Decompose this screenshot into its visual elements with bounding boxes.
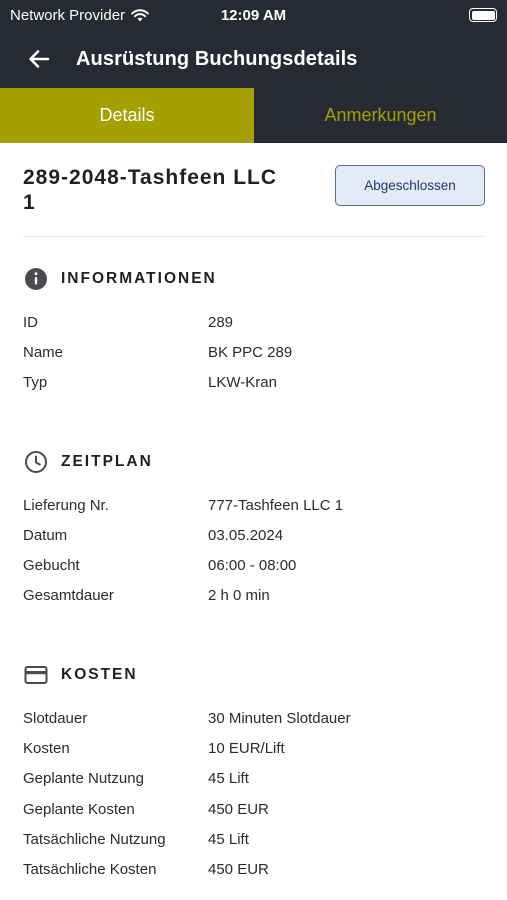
tab-bar: Details Anmerkungen [0,88,507,143]
row-label: Geplante Kosten [23,800,135,818]
back-button[interactable] [26,46,52,72]
section-header: ZEITPLAN [23,448,485,476]
carrier-group: Network Provider [10,7,149,24]
arrow-left-icon [29,50,50,68]
info-row: Name BK PPC 289 [23,337,485,367]
row-value: 10 EUR/Lift [208,740,285,758]
schedule-row: Datum 03.05.2024 [23,520,485,550]
row-label: Tatsächliche Nutzung [23,830,166,848]
cost-row: Geplante Nutzung 45 Lift [23,764,485,794]
row-label: ID [23,313,38,331]
row-value: 03.05.2024 [208,526,284,544]
row-label: Name [23,343,64,361]
details-content: 289-2048-Tashfeen LLC 1 Abgeschlossen IN… [0,143,507,885]
cost-row: Tatsächliche Kosten 450 EUR [23,855,485,885]
row-label: Geplante Nutzung [23,770,144,788]
cost-row: Tatsächliche Nutzung 45 Lift [23,824,485,854]
tab-details[interactable]: Details [0,88,254,143]
booking-title: 289-2048-Tashfeen LLC 1 [23,166,278,214]
info-row: ID 289 [23,307,485,337]
section-title: KOSTEN [61,666,138,684]
section-title: ZEITPLAN [61,452,153,470]
tab-anmerkungen[interactable]: Anmerkungen [254,88,507,143]
status-bar: Network Provider 12:09 AM [0,0,507,30]
section-header: INFORMATIONEN [23,265,485,293]
section-title: INFORMATIONEN [61,270,217,287]
battery-icon [469,8,497,22]
wifi-icon [131,8,149,21]
cost-row: Kosten 10 EUR/Lift [23,733,485,763]
row-label: Lieferung Nr. [23,496,109,514]
row-label: Kosten [23,740,70,758]
row-value: 450 EUR [208,861,269,879]
cost-row: Geplante Kosten 450 EUR [23,794,485,824]
row-label: Gesamtdauer [23,587,114,605]
top-bar: Network Provider 12:09 AM Ausrüstung Buc… [0,0,507,88]
row-value: LKW-Kran [208,374,277,392]
row-value: 06:00 - 08:00 [208,557,297,575]
row-value: 777-Tashfeen LLC 1 [208,496,344,514]
schedule-row: Gebucht 06:00 - 08:00 [23,550,485,580]
section-kosten: KOSTEN Slotdauer 30 Minuten Slotdauer Kos… [23,661,485,885]
clock-icon [23,449,49,475]
row-value: 450 EUR [208,800,269,818]
row-value: 2 h 0 min [208,587,270,605]
row-label: Typ [23,374,48,392]
row-label: Gebucht [23,557,80,575]
section-header: KOSTEN [23,661,485,689]
page-title: Ausrüstung Buchungsdetails [76,47,358,70]
cost-row: Slotdauer 30 Minuten Slotdauer [23,703,485,733]
section-zeitplan: ZEITPLAN Lieferung Nr. 777-Tashfeen LLC 1… [23,448,485,611]
booking-header: 289-2048-Tashfeen LLC 1 Abgeschlossen [23,143,485,237]
row-value: 45 Lift [208,770,249,788]
status-button[interactable]: Abgeschlossen [335,165,485,206]
credit-card-icon [23,662,49,688]
schedule-row: Lieferung Nr. 777-Tashfeen LLC 1 [23,490,485,520]
row-label: Slotdauer [23,709,88,727]
row-value: 289 [208,313,234,331]
section-informationen: INFORMATIONEN ID 289 Name BK PPC 289 Typ LK… [23,265,485,398]
schedule-row: Gesamtdauer 2 h 0 min [23,581,485,611]
info-icon [23,266,49,292]
info-row: Typ LKW-Kran [23,368,485,398]
carrier-name: Network Provider [10,6,126,24]
row-label: Datum [23,526,68,544]
row-value: 30 Minuten Slotdauer [208,709,351,727]
app-bar: Ausrüstung Buchungsdetails [0,30,507,88]
row-label: Tatsächliche Kosten [23,861,157,879]
row-value: BK PPC 289 [208,343,293,361]
row-value: 45 Lift [208,830,249,848]
